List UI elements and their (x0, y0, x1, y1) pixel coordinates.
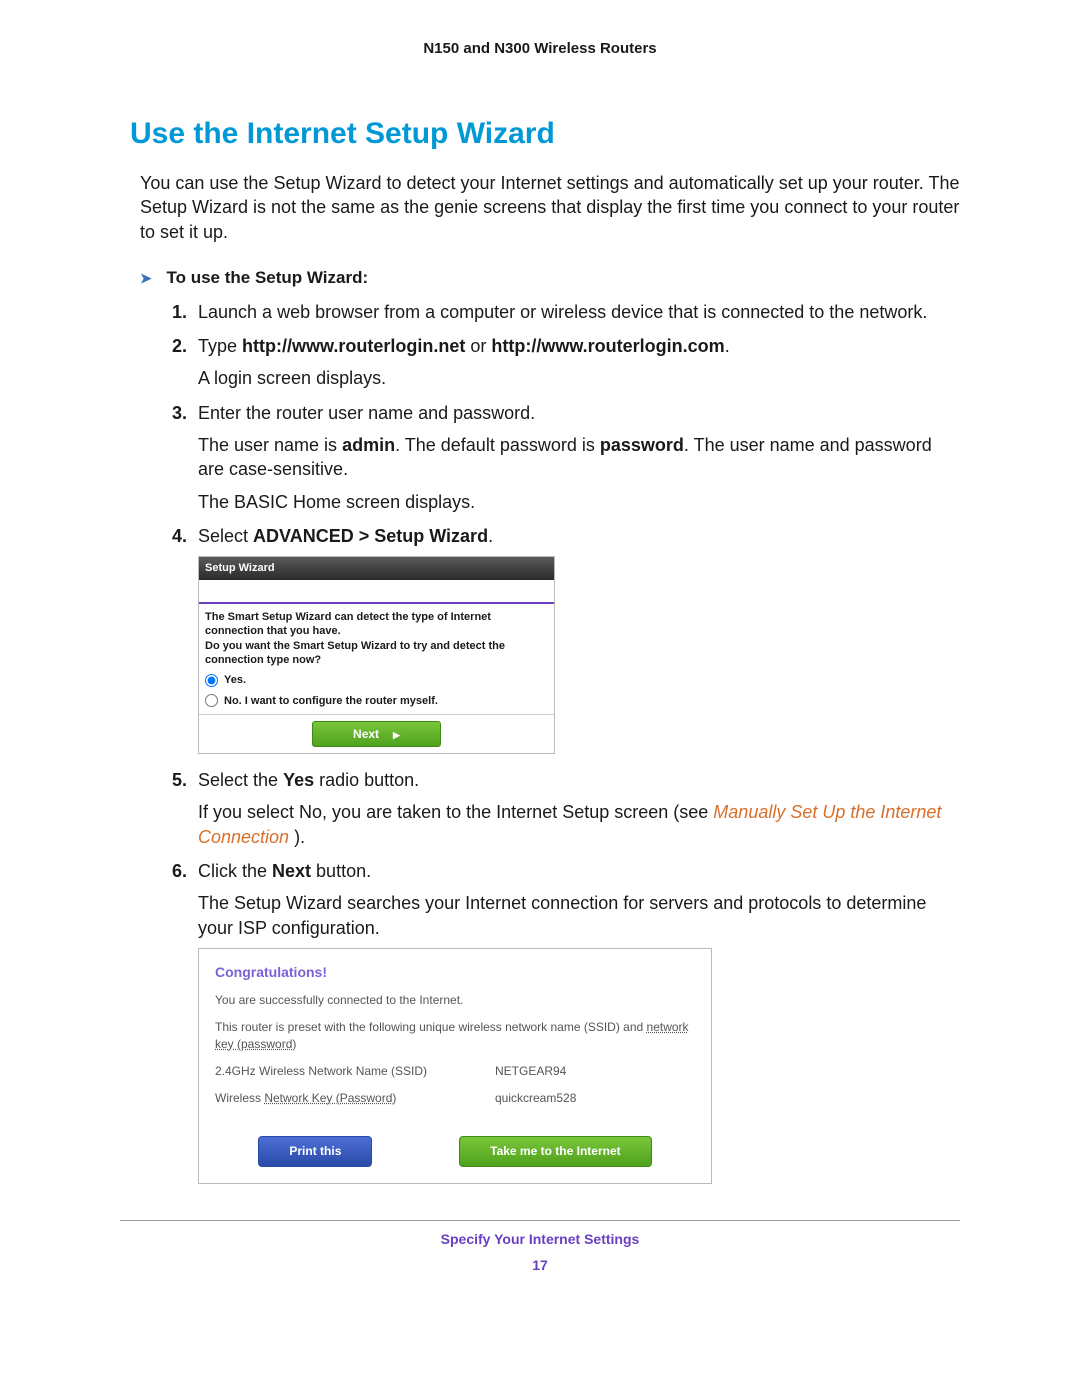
step-6: Click the Next button. The Setup Wizard … (172, 859, 960, 1184)
congrats-heading: Congratulations! (215, 963, 695, 983)
take-to-internet-button[interactable]: Take me to the Internet (459, 1136, 651, 1167)
congrats-line1: You are successfully connected to the In… (215, 992, 695, 1009)
step-4: Select ADVANCED > Setup Wizard. Setup Wi… (172, 524, 960, 754)
screenshot-titlebar: Setup Wizard (199, 557, 554, 580)
step-3-text: Enter the router user name and password. (198, 403, 535, 423)
wizard-line1: The Smart Setup Wizard can detect the ty… (205, 610, 548, 639)
radio-yes[interactable]: Yes. (205, 673, 548, 687)
ssid-value: NETGEAR94 (495, 1063, 695, 1080)
screenshot-setup-wizard: Setup Wizard The Smart Setup Wizard can … (198, 556, 555, 754)
step-5-text: Select the Yes radio button. (198, 770, 419, 790)
radio-yes-input[interactable] (205, 674, 218, 687)
step-2-result: A login screen displays. (198, 366, 960, 390)
key-value: quickcream528 (495, 1090, 695, 1107)
step-3: Enter the router user name and password.… (172, 401, 960, 514)
chevron-right-icon: ▶ (393, 730, 400, 740)
radio-no[interactable]: No. I want to configure the router mysel… (205, 694, 548, 708)
print-button[interactable]: Print this (258, 1136, 372, 1167)
step-2: Type http://www.routerlogin.net or http:… (172, 334, 960, 391)
screenshot-congratulations: Congratulations! You are successfully co… (198, 948, 712, 1184)
wizard-line2: Do you want the Smart Setup Wizard to tr… (205, 639, 548, 668)
step-6-text: Click the Next button. (198, 861, 371, 881)
ssid-label: 2.4GHz Wireless Network Name (SSID) (215, 1063, 495, 1080)
arrow-icon: ➤ (140, 270, 152, 287)
procedure-heading: ➤ To use the Setup Wizard: (120, 268, 960, 288)
section-title: Use the Internet Setup Wizard (120, 117, 960, 151)
step-5-detail: If you select No, you are taken to the I… (198, 800, 960, 849)
step-2-text: Type http://www.routerlogin.net or http:… (198, 336, 730, 356)
key-label: Wireless Network Key (Password) (215, 1090, 495, 1107)
congrats-line2: This router is preset with the following… (215, 1019, 695, 1053)
radio-yes-label: Yes. (224, 673, 246, 687)
page-footer: Specify Your Internet Settings 17 (120, 1220, 960, 1273)
footer-section-title: Specify Your Internet Settings (120, 1231, 960, 1247)
radio-no-label: No. I want to configure the router mysel… (224, 694, 438, 708)
doc-header: N150 and N300 Wireless Routers (120, 40, 960, 57)
intro-paragraph: You can use the Setup Wizard to detect y… (120, 171, 960, 244)
step-1-text: Launch a web browser from a computer or … (198, 302, 927, 322)
step-1: Launch a web browser from a computer or … (172, 300, 960, 324)
step-4-text: Select ADVANCED > Setup Wizard. (198, 526, 493, 546)
step-5: Select the Yes radio button. If you sele… (172, 768, 960, 849)
step-6-detail: The Setup Wizard searches your Internet … (198, 891, 960, 940)
next-button[interactable]: Next▶ (312, 721, 441, 747)
step-3-detail-1: The user name is admin. The default pass… (198, 433, 960, 482)
procedure-heading-text: To use the Setup Wizard: (166, 268, 368, 287)
page-number: 17 (120, 1257, 960, 1273)
step-3-detail-2: The BASIC Home screen displays. (198, 490, 960, 514)
radio-no-input[interactable] (205, 694, 218, 707)
